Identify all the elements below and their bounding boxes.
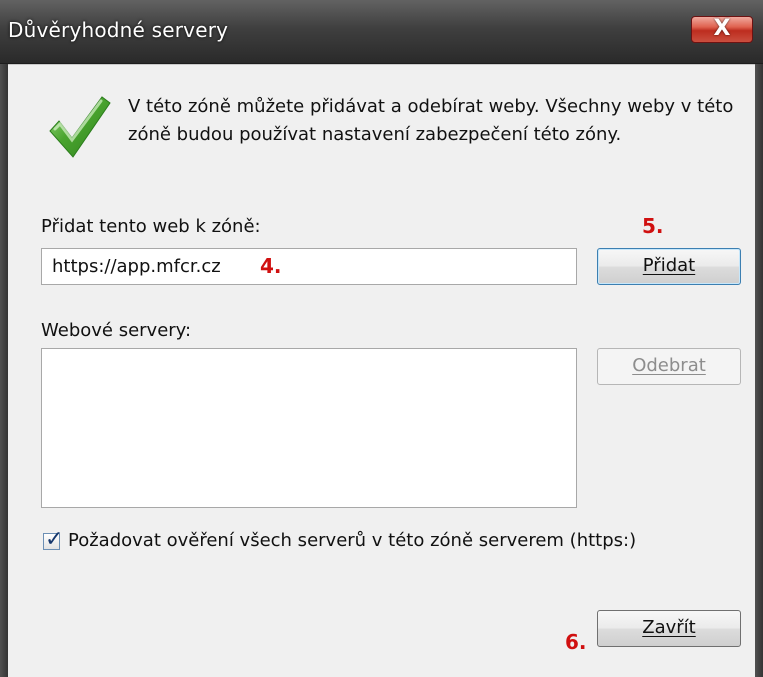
require-https-checkbox[interactable]: ✓ xyxy=(43,528,63,552)
dialog-content: V této zóně můžete přidávat a odebírat w… xyxy=(8,64,755,677)
site-url-input[interactable]: https://app.mfcr.cz xyxy=(41,248,577,285)
checkbox-check-icon: ✓ xyxy=(45,527,64,552)
remove-site-button: Odebrat xyxy=(597,348,741,385)
site-url-value: https://app.mfcr.cz xyxy=(52,256,221,277)
require-https-label[interactable]: Požadovat ověření všech serverů v této z… xyxy=(68,529,636,553)
title-bar: Důvěryhodné servery X xyxy=(0,0,763,64)
right-window-frame xyxy=(755,64,763,677)
close-dialog-button[interactable]: Zavřít xyxy=(597,610,741,647)
add-site-button[interactable]: Přidat xyxy=(597,248,741,285)
zone-info-text: V této zóně můžete přidávat a odebírat w… xyxy=(128,96,734,145)
trusted-servers-dialog: Důvěryhodné servery X V této zóně můžete… xyxy=(0,0,763,677)
step-5-annotation: 5. xyxy=(642,214,664,238)
step-6-annotation: 6. xyxy=(565,630,587,654)
web-servers-list[interactable] xyxy=(41,348,577,508)
checkmark-icon xyxy=(49,96,111,158)
step-4-annotation: 4. xyxy=(260,254,282,278)
left-window-frame xyxy=(0,64,8,677)
dialog-title: Důvěryhodné servery xyxy=(8,18,229,42)
web-servers-label: Webové servery: xyxy=(41,320,192,341)
close-window-button[interactable]: X xyxy=(691,16,753,43)
add-site-label: Přidat tento web k zóně: xyxy=(41,216,261,237)
